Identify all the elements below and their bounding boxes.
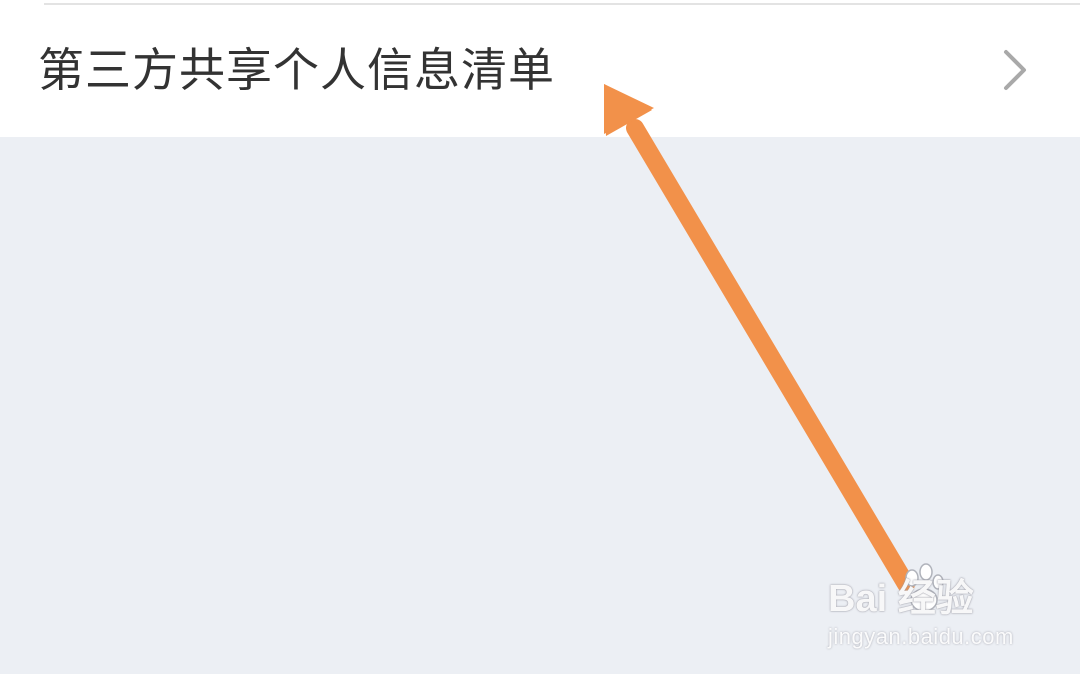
settings-list: 第三方共享个人信息清单: [0, 0, 1080, 137]
empty-background: [0, 137, 1080, 674]
divider: [44, 3, 1080, 5]
chevron-right-icon: [1004, 50, 1026, 90]
list-item-third-party-sharing[interactable]: 第三方共享个人信息清单: [0, 6, 1080, 137]
list-item-label: 第三方共享个人信息清单: [38, 43, 555, 97]
